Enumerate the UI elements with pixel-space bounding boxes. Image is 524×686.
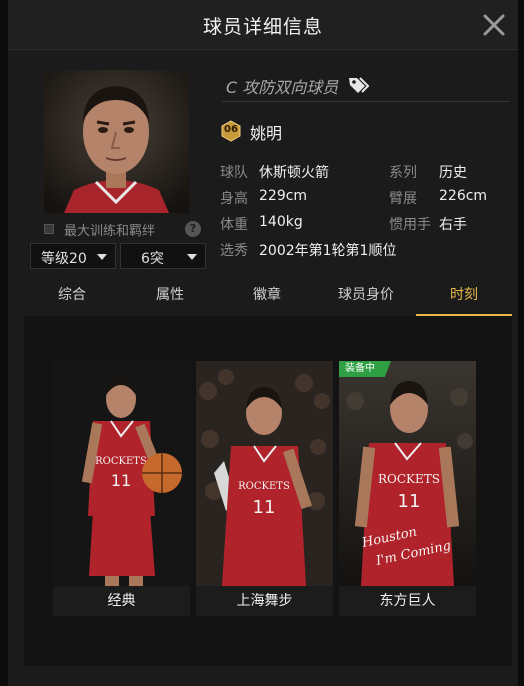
max-training-toggle[interactable]: 最大训练和羁绊 ?: [44, 220, 204, 239]
player-role: C 攻防双向球员: [226, 78, 339, 97]
breakthrough-select[interactable]: 6突: [120, 243, 206, 269]
level-select-value: 等级20: [41, 251, 87, 267]
close-button[interactable]: [480, 11, 508, 39]
level-select[interactable]: 等级20: [30, 243, 116, 269]
wingspan-key: 臂展: [389, 191, 417, 207]
weight-value: 140kg: [259, 214, 303, 230]
close-icon: [483, 14, 505, 36]
team-key: 球队: [220, 165, 248, 181]
height-key: 身高: [220, 191, 248, 207]
jersey-number-badge: 06: [220, 120, 242, 142]
detail-tabs: 综合 属性 徽章 球员身价 时刻: [22, 282, 512, 316]
tag-icon[interactable]: [348, 76, 370, 94]
card-art-eastern-giant: ROCKETS 11 Houston I'm Coming: [339, 361, 476, 586]
player-name: 姚明: [250, 124, 283, 143]
moment-card-shanghai-steps[interactable]: ROCKETS 11 上海舞步: [196, 361, 333, 616]
handedness-key: 惯用手: [389, 217, 431, 233]
chevron-down-icon: [97, 254, 107, 260]
height-value: 229cm: [259, 188, 308, 204]
card-art-shanghai-steps: ROCKETS 11: [196, 361, 333, 586]
card-label-eastern-giant: 东方巨人: [339, 586, 476, 616]
jersey-team-text: ROCKETS: [238, 481, 290, 492]
handedness-value: 右手: [439, 217, 467, 233]
card-label-shanghai-steps: 上海舞步: [196, 586, 333, 616]
max-training-checkbox[interactable]: [44, 224, 54, 234]
tab-overview[interactable]: 综合: [22, 282, 122, 316]
background-edge-right: [518, 0, 524, 686]
team-value: 休斯顿火箭: [259, 165, 329, 181]
draft-value: 2002年第1轮第1顺位: [259, 243, 397, 259]
player-role-row: C 攻防双向球员: [222, 72, 510, 102]
chevron-down-icon: [187, 254, 197, 260]
breakthrough-select-value: 6突: [141, 251, 164, 267]
jersey-number-text: 11: [398, 491, 421, 512]
wingspan-value: 226cm: [439, 188, 488, 204]
background-edge-left: [0, 0, 8, 686]
moments-panel: ROCKETS 11 经典 ROCKETS 11 上海舞步 ROCKETS 11…: [24, 316, 512, 666]
player-detail-panel: 球员详细信息 最大训练和羁绊 ? 等级20 6突 C 攻防双向球员 06 姚明 …: [8, 0, 518, 686]
help-icon[interactable]: ?: [185, 221, 201, 237]
card-art-classic: ROCKETS 11: [53, 361, 190, 586]
tab-moments[interactable]: 时刻: [416, 282, 512, 316]
panel-header: 球员详细信息: [8, 0, 518, 50]
tab-player-value[interactable]: 球员身价: [316, 282, 416, 316]
player-portrait: [44, 70, 189, 213]
equipped-tag: 装备中: [339, 361, 391, 377]
jersey-number: 06: [224, 124, 238, 135]
tab-badges[interactable]: 徽章: [218, 282, 316, 316]
jersey-number-text: 11: [111, 471, 131, 490]
series-value: 历史: [439, 165, 467, 181]
tab-attributes[interactable]: 属性: [122, 282, 218, 316]
card-label-classic: 经典: [53, 586, 190, 616]
moment-card-eastern-giant[interactable]: ROCKETS 11 Houston I'm Coming 装备中 东方巨人: [339, 361, 476, 616]
moment-card-classic[interactable]: ROCKETS 11 经典: [53, 361, 190, 616]
jersey-number-text: 11: [253, 497, 276, 518]
jersey-team-text: ROCKETS: [95, 456, 147, 467]
max-training-label: 最大训练和羁绊: [64, 224, 156, 239]
draft-key: 选秀: [220, 243, 248, 259]
series-key: 系列: [389, 165, 417, 181]
weight-key: 体重: [220, 217, 248, 233]
jersey-team-text: ROCKETS: [378, 472, 440, 486]
panel-title: 球员详细信息: [202, 16, 323, 38]
